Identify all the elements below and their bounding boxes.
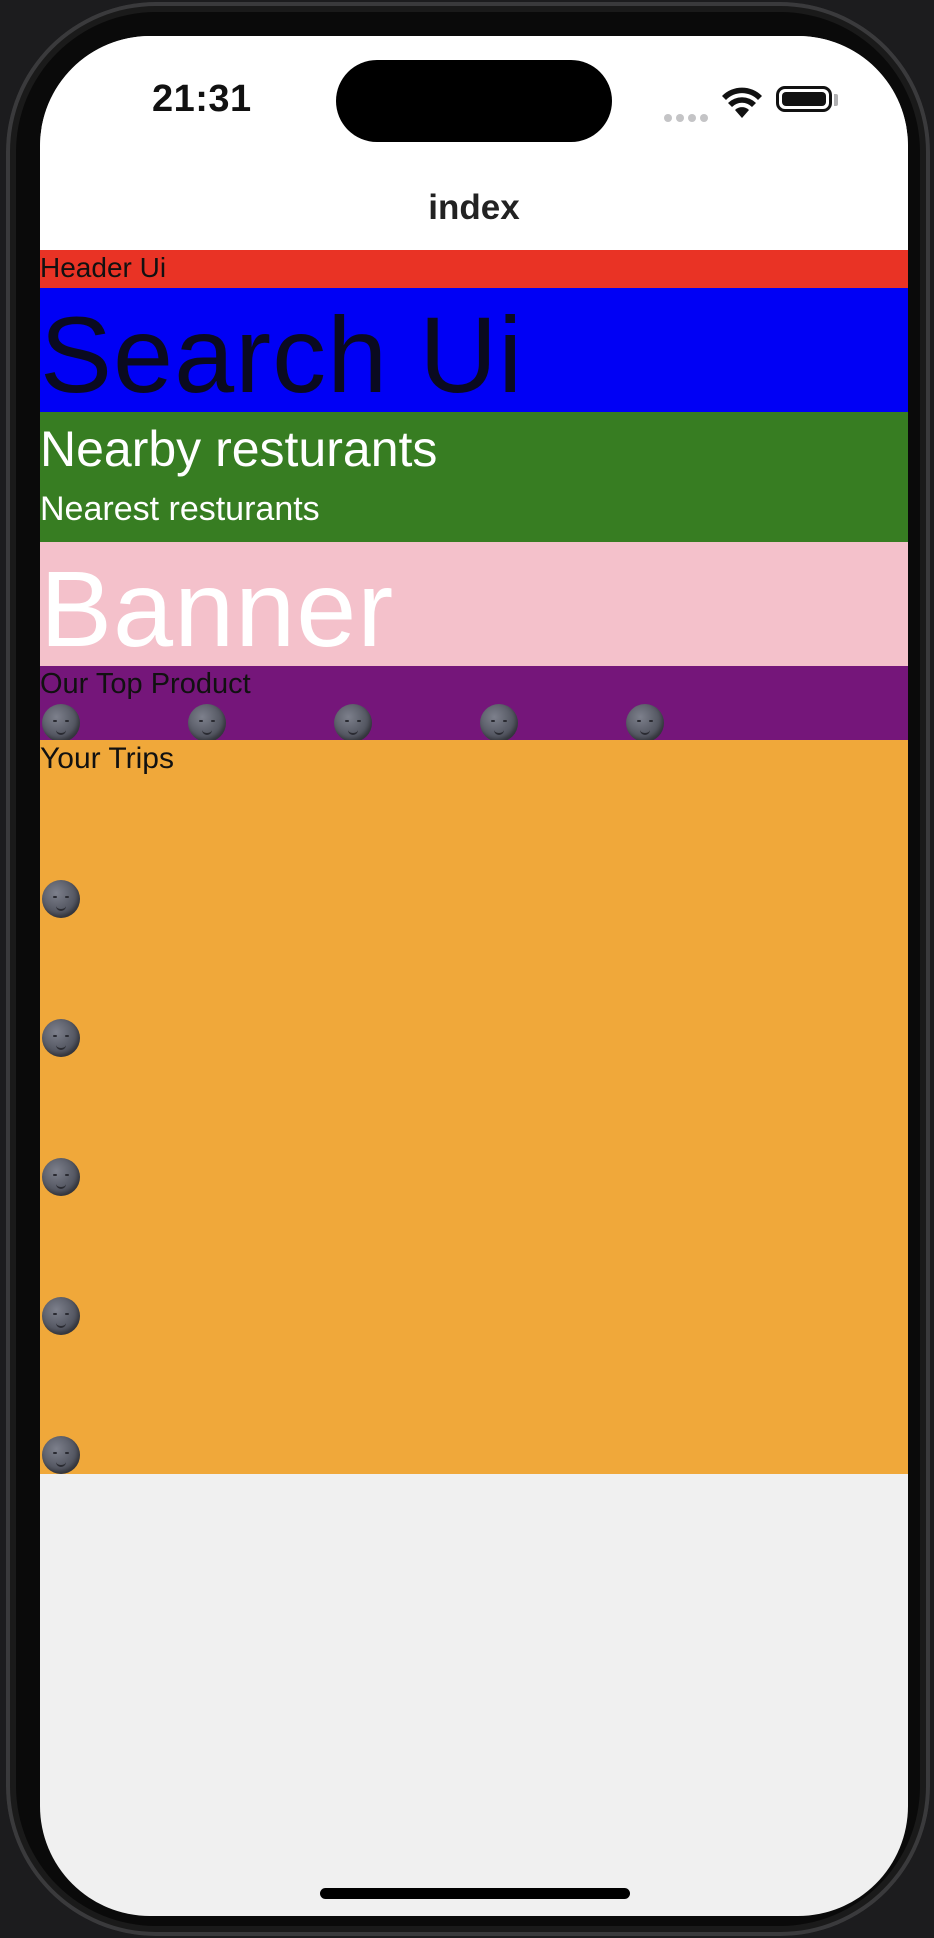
search-ui-label: Search Ui <box>40 294 524 412</box>
top-product-section: Our Top Product <box>40 666 908 740</box>
nearby-title: Nearby resturants <box>40 421 438 477</box>
battery-icon <box>776 86 832 112</box>
moon-face-icon[interactable] <box>42 1019 80 1057</box>
moon-face-icon[interactable] <box>42 880 80 918</box>
search-ui-section[interactable]: Search Ui <box>40 288 908 412</box>
moon-face-icon[interactable] <box>42 1436 80 1474</box>
moon-face-icon[interactable] <box>42 1158 80 1196</box>
banner-section[interactable]: Banner <box>40 542 908 666</box>
status-time: 21:31 <box>152 78 252 120</box>
dynamic-island <box>336 60 612 142</box>
your-trips-section: Your Trips <box>40 740 908 1474</box>
nearby-subtitle: Nearest resturants <box>40 490 320 528</box>
main-content[interactable]: Header Ui Search Ui Nearby resturants Ne… <box>40 250 908 1474</box>
app-screen: 21:31 index Header Ui Search Ui Nearby r… <box>40 36 908 1916</box>
moon-face-icon[interactable] <box>480 704 518 740</box>
banner-label: Banner <box>40 548 395 666</box>
moon-face-icon[interactable] <box>188 704 226 740</box>
moon-face-icon[interactable] <box>334 704 372 740</box>
your-trips-label: Your Trips <box>40 742 174 775</box>
navigation-bar: index <box>40 164 908 250</box>
home-indicator[interactable] <box>320 1888 630 1899</box>
status-bar: 21:31 <box>40 36 908 164</box>
header-ui-section: Header Ui <box>40 250 908 288</box>
nav-title: index <box>428 188 520 227</box>
wifi-icon <box>722 87 762 118</box>
nearby-restaurants-section: Nearby resturants Nearest resturants <box>40 412 908 542</box>
moon-face-icon[interactable] <box>626 704 664 740</box>
moon-face-icon[interactable] <box>42 1297 80 1335</box>
battery-tip <box>834 94 838 106</box>
top-product-label: Our Top Product <box>40 668 251 700</box>
moon-face-icon[interactable] <box>42 704 80 740</box>
cellular-signal-icon <box>664 104 712 122</box>
top-product-list[interactable] <box>40 704 908 740</box>
header-ui-label: Header Ui <box>40 252 167 283</box>
